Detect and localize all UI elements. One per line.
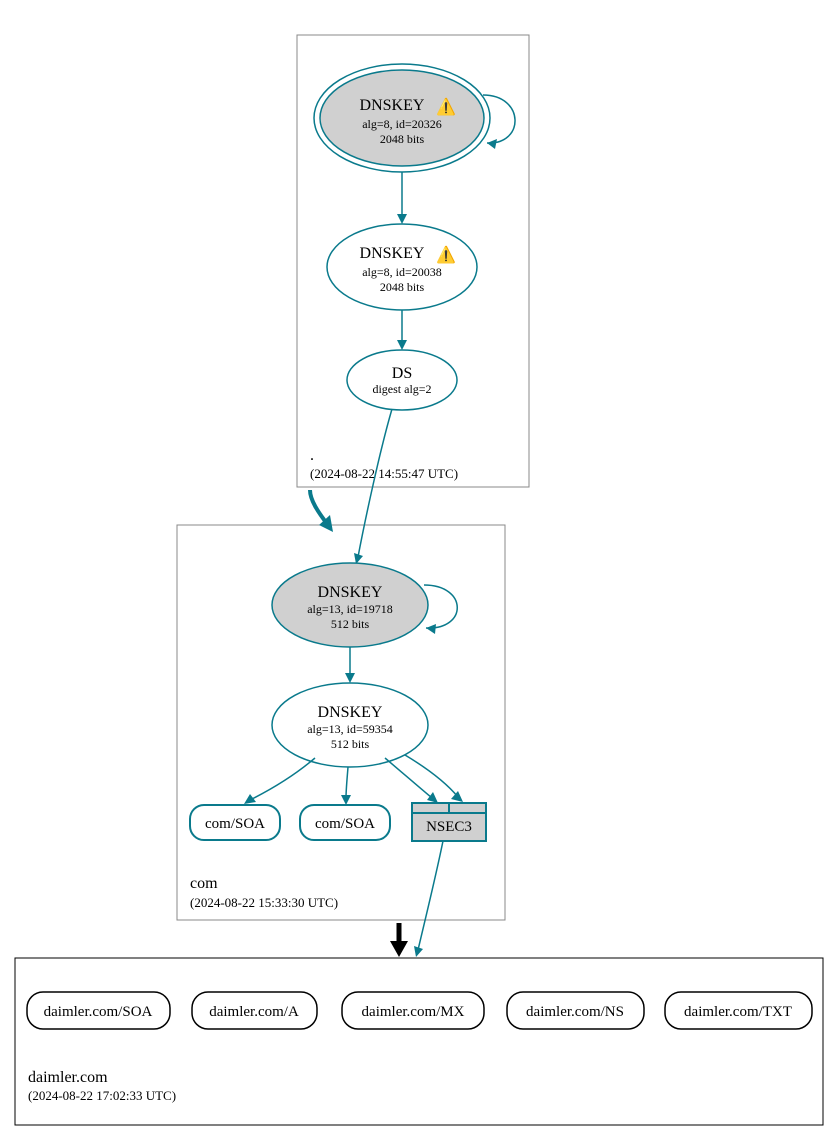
com-zsk-title: DNSKEY [318, 704, 383, 721]
node-root-zsk: DNSKEY ⚠️ alg=8, id=20038 2048 bits [327, 224, 477, 310]
edge-com-zsk-nsec3b [405, 755, 458, 797]
root-zsk-title: DNSKEY [360, 245, 425, 262]
node-com-zsk: DNSKEY alg=13, id=59354 512 bits [272, 683, 428, 767]
edge-nsec3-daimler [418, 841, 443, 950]
edge-com-zsk-soa2 [346, 767, 348, 798]
zone-com-label: com [190, 875, 218, 892]
warning-icon: ⚠️ [436, 245, 456, 264]
edge-com-ksk-self [424, 585, 457, 628]
node-daimler-mx: daimler.com/MX [342, 992, 484, 1029]
zone-daimler-time: (2024-08-22 17:02:33 UTC) [28, 1088, 176, 1103]
com-zsk-alg: alg=13, id=59354 [307, 722, 393, 736]
root-zsk-bits: 2048 bits [380, 280, 425, 294]
node-com-soa1: com/SOA [190, 805, 280, 840]
com-ksk-title: DNSKEY [318, 584, 383, 601]
node-daimler-ns: daimler.com/NS [507, 992, 644, 1029]
node-root-ksk: DNSKEY ⚠️ alg=8, id=20326 2048 bits [314, 64, 490, 172]
svg-text:daimler.com/A: daimler.com/A [209, 1004, 299, 1020]
root-zsk-alg: alg=8, id=20038 [362, 265, 442, 279]
svg-text:NSEC3: NSEC3 [426, 819, 472, 835]
com-ksk-bits: 512 bits [331, 617, 370, 631]
node-com-ksk: DNSKEY alg=13, id=19718 512 bits [272, 563, 428, 647]
node-nsec3: NSEC3 [412, 803, 486, 841]
svg-text:daimler.com/SOA: daimler.com/SOA [44, 1004, 153, 1020]
node-com-soa2: com/SOA [300, 805, 390, 840]
zone-daimler-label: daimler.com [28, 1069, 108, 1086]
root-ds-title: DS [392, 365, 412, 382]
svg-text:daimler.com/MX: daimler.com/MX [362, 1004, 465, 1020]
root-ksk-bits: 2048 bits [380, 132, 425, 146]
svg-text:daimler.com/TXT: daimler.com/TXT [684, 1004, 792, 1020]
zone-root-time: (2024-08-22 14:55:47 UTC) [310, 466, 458, 481]
root-ksk-alg: alg=8, id=20326 [362, 117, 442, 131]
edge-ds-com-ksk [358, 409, 392, 557]
warning-icon: ⚠️ [436, 97, 456, 116]
node-root-ds: DS digest alg=2 [347, 350, 457, 410]
edge-com-zsk-nsec3a [385, 758, 432, 798]
root-ksk-title: DNSKEY [360, 97, 425, 114]
dnssec-diagram: . (2024-08-22 14:55:47 UTC) com (2024-08… [0, 0, 839, 1140]
zone-com-time: (2024-08-22 15:33:30 UTC) [190, 895, 338, 910]
edge-root-ksk-self [483, 95, 515, 143]
edge-com-zsk-soa1 [250, 758, 315, 800]
node-daimler-txt: daimler.com/TXT [665, 992, 812, 1029]
svg-text:com/SOA: com/SOA [315, 816, 375, 832]
root-ds-alg: digest alg=2 [372, 382, 431, 396]
com-zsk-bits: 512 bits [331, 737, 370, 751]
svg-text:daimler.com/NS: daimler.com/NS [526, 1004, 624, 1020]
com-ksk-alg: alg=13, id=19718 [307, 602, 393, 616]
node-daimler-soa: daimler.com/SOA [27, 992, 170, 1029]
zone-root-label: . [310, 447, 314, 464]
svg-text:com/SOA: com/SOA [205, 816, 265, 832]
node-daimler-a: daimler.com/A [192, 992, 317, 1029]
